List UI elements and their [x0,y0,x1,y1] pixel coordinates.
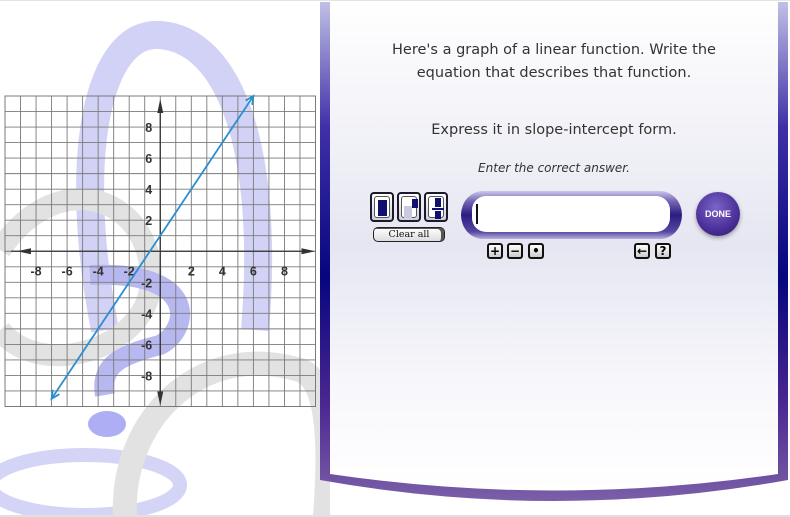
y-tick-label: 6 [145,152,152,166]
question-panel: Here's a graph of a linear function. Wri… [320,2,788,502]
clear-all-button[interactable]: Clear all [373,227,445,242]
x-tick-label: 6 [250,264,257,278]
hint-text: Enter the correct answer. [478,161,630,175]
fraction-bar-icon [435,198,441,207]
y-tick-label: 8 [145,121,152,135]
backspace-button[interactable]: ← [634,243,650,259]
coordinate-graph: -8 -6 -4 -2 2 4 6 88642-2-4-6-8 [4,94,316,407]
template-toolbar [368,192,450,222]
instruction-text: Express it in slope-intercept form. [431,122,677,138]
question-line-2: equation that describes that function. [416,65,692,81]
text-caret [476,204,478,224]
x-tick-label: 2 [188,264,195,278]
plus-button[interactable]: + [487,243,503,259]
fraction-line [432,208,444,210]
x-tick-label: -8 [30,264,41,278]
help-button[interactable]: ? [655,243,671,259]
x-tick-label: 4 [219,264,226,278]
fraction-template-button[interactable] [370,192,394,222]
y-tick-label: -2 [141,276,152,290]
minus-button[interactable]: − [507,243,523,259]
x-tick-label: -6 [62,264,73,278]
answer-input[interactable] [472,196,670,232]
y-tick-label: -6 [141,338,152,352]
exponent-box [412,199,418,208]
y-tick-label: -8 [141,369,152,383]
x-tick-label: -4 [93,264,104,278]
fraction-bar-template-button[interactable] [424,192,448,222]
exponent-icon [404,206,412,218]
x-tick-label: 8 [281,264,288,278]
question-text: Here's a graph of a linear function. Wri… [340,39,768,85]
dot-button[interactable]: • [528,243,544,259]
y-tick-label: 2 [145,214,152,228]
fraction-denominator [435,211,441,219]
y-tick-label: 4 [145,183,152,197]
exponent-template-button[interactable] [397,192,421,222]
done-button[interactable]: DONE [696,192,740,236]
box-icon [378,200,387,216]
y-tick-label: -4 [141,307,152,321]
question-line-1: Here's a graph of a linear function. Wri… [392,42,716,58]
